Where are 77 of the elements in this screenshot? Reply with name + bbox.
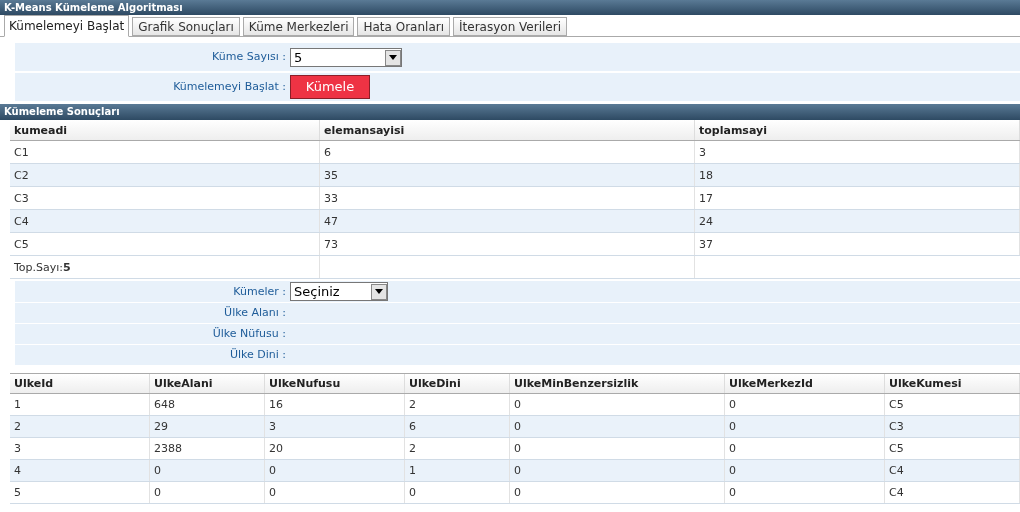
table-cell: 2: [405, 394, 510, 415]
table-cell: C4: [885, 460, 1020, 481]
table-cell: C5: [885, 438, 1020, 459]
total-count: Top.Sayı:5: [10, 256, 320, 278]
table-cell: C4: [10, 210, 320, 232]
table-cell: 0: [725, 460, 885, 481]
table-cell: 0: [725, 394, 885, 415]
section-header: Kümeleme Sonuçları: [0, 104, 1020, 120]
column-header: UlkeKumesi: [885, 374, 1020, 393]
table-cell: 2388: [150, 438, 265, 459]
table-cell: 0: [510, 460, 725, 481]
table-cell: 18: [695, 164, 1020, 186]
table-cell: 3: [265, 416, 405, 437]
field-label: Ülke Alanı :: [223, 305, 287, 321]
column-header: kumeadi: [10, 120, 320, 140]
table-cell: 0: [150, 482, 265, 503]
table-cell: 3: [695, 141, 1020, 163]
tab[interactable]: Grafik Sonuçları: [132, 17, 240, 36]
tab[interactable]: Kümelemeyi Başlat: [4, 15, 130, 37]
table-cell: 37: [695, 233, 1020, 255]
table-cell: 0: [725, 482, 885, 503]
field-label: Kümelemeyi Başlat :: [172, 79, 287, 95]
table-cell: 0: [405, 482, 510, 503]
table-cell: 24: [695, 210, 1020, 232]
table-cell: 2: [10, 416, 150, 437]
table-cell: 0: [510, 482, 725, 503]
column-header: UlkeId: [10, 374, 150, 393]
column-header: toplamsayi: [695, 120, 1020, 140]
table-cell: C3: [885, 416, 1020, 437]
table-cell: 0: [150, 460, 265, 481]
tab[interactable]: İterasyon Verileri: [453, 17, 567, 36]
tab[interactable]: Küme Merkezleri: [242, 17, 355, 36]
field-label: Kümeler :: [232, 284, 287, 300]
table-cell: 47: [320, 210, 695, 232]
clusters-dropdown[interactable]: Seçiniz: [290, 282, 388, 301]
table-cell: 35: [320, 164, 695, 186]
window-title: K-Means Kümeleme Algoritması: [0, 0, 1020, 15]
table-cell: C3: [10, 187, 320, 209]
table-cell: 5: [10, 482, 150, 503]
table-cell: C2: [10, 164, 320, 186]
table-cell: 33: [320, 187, 695, 209]
field-label: Ülke Nüfusu :: [211, 326, 287, 342]
table-cell: C5: [885, 394, 1020, 415]
table-cell: 4: [10, 460, 150, 481]
column-header: UlkeNufusu: [265, 374, 405, 393]
column-header: UlkeDini: [405, 374, 510, 393]
table-cell: 29: [150, 416, 265, 437]
table-cell: 0: [265, 482, 405, 503]
table-cell: 0: [265, 460, 405, 481]
table-cell: 6: [405, 416, 510, 437]
table-cell: 20: [265, 438, 405, 459]
column-header: UlkeMinBenzersizlik: [510, 374, 725, 393]
table-cell: 0: [510, 438, 725, 459]
table-cell: 648: [150, 394, 265, 415]
table-cell: 6: [320, 141, 695, 163]
column-header: UlkeMerkezId: [725, 374, 885, 393]
table-cell: 0: [510, 394, 725, 415]
table-cell: 0: [725, 438, 885, 459]
table-cell: C5: [10, 233, 320, 255]
tab[interactable]: Hata Oranları: [357, 17, 451, 36]
cluster-button[interactable]: Kümele: [290, 75, 370, 99]
table-cell: 1: [405, 460, 510, 481]
table-cell: 17: [695, 187, 1020, 209]
field-label: Ülke Dini :: [228, 347, 287, 363]
table-cell: 1: [10, 394, 150, 415]
cluster-count-dropdown[interactable]: 5: [290, 48, 402, 67]
table-cell: 0: [510, 416, 725, 437]
column-header: elemansayisi: [320, 120, 695, 140]
table-cell: 73: [320, 233, 695, 255]
table-cell: C4: [885, 482, 1020, 503]
table-cell: 3: [10, 438, 150, 459]
table-cell: C1: [10, 141, 320, 163]
table-cell: 2: [405, 438, 510, 459]
table-cell: 16: [265, 394, 405, 415]
table-cell: 0: [725, 416, 885, 437]
field-label: Küme Sayısı :: [211, 49, 287, 65]
column-header: UlkeAlani: [150, 374, 265, 393]
